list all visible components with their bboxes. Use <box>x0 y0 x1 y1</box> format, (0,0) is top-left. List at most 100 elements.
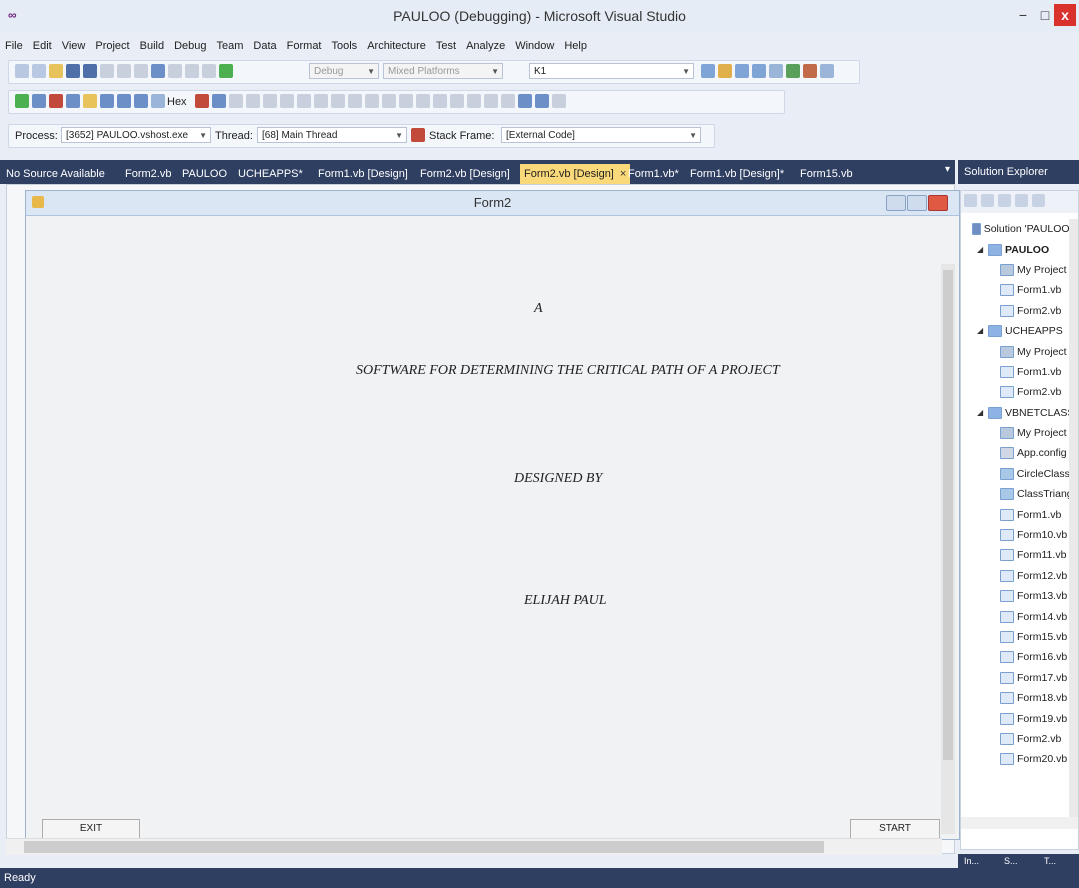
solution-explorer-horizontal-scrollbar[interactable] <box>961 817 1078 829</box>
same-size-icon[interactable] <box>365 94 379 108</box>
center-vertically-icon[interactable] <box>501 94 515 108</box>
label-designed-by[interactable]: DESIGNED BY <box>514 471 602 487</box>
find-icon[interactable] <box>701 64 715 78</box>
tree-item[interactable]: Form18.vb <box>961 688 1078 708</box>
remove-spacing-icon[interactable] <box>450 94 464 108</box>
copy-icon[interactable] <box>117 64 131 78</box>
solution-platform-combo[interactable]: Mixed Platforms ▼ <box>383 63 503 79</box>
undo-icon[interactable] <box>151 64 165 78</box>
tree-item[interactable]: ◢ PAULOO <box>961 239 1078 259</box>
step-over-icon[interactable] <box>117 94 131 108</box>
view-designer-icon[interactable] <box>1032 194 1045 207</box>
grid-icon[interactable] <box>382 94 396 108</box>
solution-explorer-icon[interactable] <box>718 64 732 78</box>
send-to-back-icon[interactable] <box>535 94 549 108</box>
process-combo[interactable]: [3652] PAULOO.vshost.exe ▼ <box>61 127 211 143</box>
quickwatch-icon[interactable] <box>151 94 165 108</box>
tree-item[interactable]: Form16.vb <box>961 647 1078 667</box>
expand-arrow-icon[interactable]: ◢ <box>977 321 985 341</box>
menu-build[interactable]: Build <box>135 36 169 56</box>
tab-team-explorer[interactable]: In... <box>964 854 979 868</box>
align-left-icon[interactable] <box>229 94 243 108</box>
same-height-icon[interactable] <box>348 94 362 108</box>
view-code-icon[interactable] <box>1015 194 1028 207</box>
find-combo[interactable]: K1 ▼ <box>529 63 694 79</box>
menu-test[interactable]: Test <box>431 36 461 56</box>
solution-configuration-combo[interactable]: Debug ▼ <box>309 63 379 79</box>
tree-item[interactable]: Form10.vb <box>961 525 1078 545</box>
align-top-icon[interactable] <box>280 94 294 108</box>
menu-help[interactable]: Help <box>559 36 592 56</box>
tree-item[interactable]: Form2.vb <box>961 382 1078 402</box>
tree-item[interactable]: My Project <box>961 423 1078 443</box>
minimize-button[interactable]: − <box>1012 4 1034 26</box>
tab-toolbox[interactable]: T... <box>1044 854 1056 868</box>
tab-solution-explorer[interactable]: S... <box>1004 854 1018 868</box>
close-tab-icon[interactable]: × <box>620 168 626 180</box>
label-software-title[interactable]: SOFTWARE FOR DETERMINING THE CRITICAL PA… <box>356 363 780 379</box>
tree-item[interactable]: Form1.vb <box>961 280 1078 300</box>
tree-item[interactable]: Form17.vb <box>961 668 1078 688</box>
center-horizontally-icon[interactable] <box>484 94 498 108</box>
restart-icon[interactable] <box>66 94 80 108</box>
tab-no-source-available[interactable]: No Source Available <box>6 164 105 184</box>
tab-form1-design[interactable]: Form1.vb [Design] <box>318 164 408 184</box>
output-icon[interactable] <box>212 94 226 108</box>
breakpoints-icon[interactable] <box>195 94 209 108</box>
tree-item[interactable]: ◢ UCHEAPPS <box>961 321 1078 341</box>
refresh-icon[interactable] <box>998 194 1011 207</box>
tab-form2-design[interactable]: Form2.vb [Design] <box>420 164 510 184</box>
tree-item[interactable]: My Project <box>961 341 1078 361</box>
hex-toggle[interactable]: Hex <box>167 94 187 110</box>
decrease-spacing-icon[interactable] <box>433 94 447 108</box>
step-into-icon[interactable] <box>100 94 114 108</box>
tab-order-icon[interactable] <box>552 94 566 108</box>
tab-pauloo[interactable]: PAULOO <box>182 164 227 184</box>
tree-item[interactable]: Form15.vb <box>961 627 1078 647</box>
solution-explorer-vertical-scrollbar[interactable] <box>1069 219 1078 819</box>
menu-analyze[interactable]: Analyze <box>461 36 510 56</box>
close-button[interactable]: x <box>1054 4 1076 26</box>
properties-icon[interactable] <box>964 194 977 207</box>
step-out-icon[interactable] <box>134 94 148 108</box>
align-right-icon[interactable] <box>263 94 277 108</box>
tree-item[interactable]: Form1.vb <box>961 362 1078 382</box>
save-all-icon[interactable] <box>83 64 97 78</box>
same-width-icon[interactable] <box>331 94 345 108</box>
tab-form2-vb[interactable]: Form2.vb <box>125 164 171 184</box>
increase-spacing-icon[interactable] <box>416 94 430 108</box>
vertical-spacing-icon[interactable] <box>467 94 481 108</box>
menu-file[interactable]: File <box>0 36 28 56</box>
add-item-icon[interactable] <box>32 64 46 78</box>
start-page-icon[interactable] <box>803 64 817 78</box>
navigate-back-icon[interactable] <box>185 64 199 78</box>
navigate-forward-icon[interactable] <box>202 64 216 78</box>
form2-designer-frame[interactable]: Form2 A SOFTWARE FOR DETERMINING THE CRI… <box>25 190 960 841</box>
menu-edit[interactable]: Edit <box>28 36 57 56</box>
tab-overflow-icon[interactable]: ▾ <box>945 164 950 175</box>
new-project-icon[interactable] <box>15 64 29 78</box>
break-all-icon[interactable] <box>32 94 46 108</box>
label-author[interactable]: ELIJAH PAUL <box>524 593 607 609</box>
open-icon[interactable] <box>49 64 63 78</box>
tree-item[interactable]: Form14.vb <box>961 606 1078 626</box>
menu-view[interactable]: View <box>57 36 91 56</box>
redo-icon[interactable] <box>168 64 182 78</box>
thread-combo[interactable]: [68] Main Thread ▼ <box>257 127 407 143</box>
menu-project[interactable]: Project <box>90 36 134 56</box>
stop-debugging-icon[interactable] <box>49 94 63 108</box>
tree-item[interactable]: ◢ VBNETCLASS <box>961 403 1078 423</box>
align-bottom-icon[interactable] <box>314 94 328 108</box>
extension-icon[interactable] <box>786 64 800 78</box>
options-icon[interactable] <box>820 64 834 78</box>
tree-item[interactable]: Form1.vb <box>961 504 1078 524</box>
object-browser-icon[interactable] <box>752 64 766 78</box>
cut-icon[interactable] <box>100 64 114 78</box>
menu-window[interactable]: Window <box>510 36 559 56</box>
tree-item[interactable]: Form2.vb <box>961 301 1078 321</box>
continue-icon[interactable] <box>219 64 233 78</box>
align-center-icon[interactable] <box>246 94 260 108</box>
tree-item[interactable]: Form2.vb <box>961 729 1078 749</box>
tree-item[interactable]: Form11.vb <box>961 545 1078 565</box>
maximize-button[interactable]: □ <box>1034 4 1056 26</box>
